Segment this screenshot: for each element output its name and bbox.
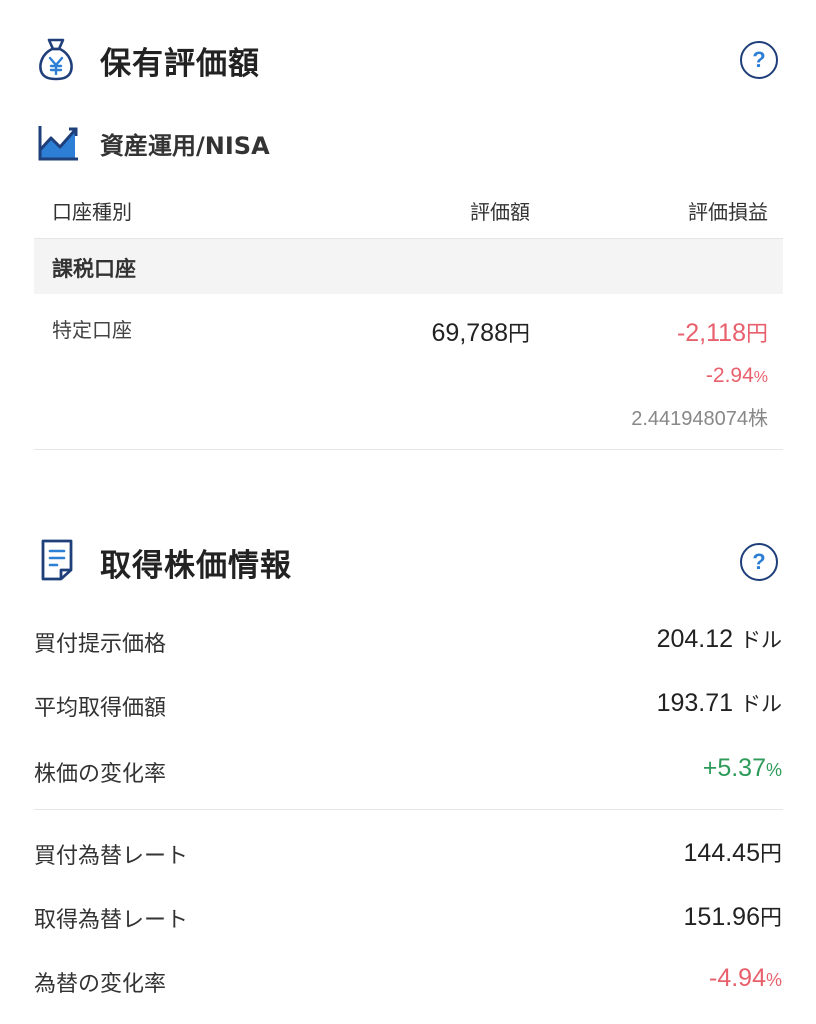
avg-price-number: 193.71: [656, 689, 734, 717]
profit-loss-percent-number: -2.94: [705, 364, 754, 387]
list-item-value: -4.94%: [480, 964, 782, 993]
line-chart-icon: [38, 124, 80, 162]
list-item-value: +5.37%: [480, 754, 782, 783]
profit-loss-percent-unit: %: [753, 369, 768, 386]
list-item-label: 取得為替レート: [34, 908, 189, 933]
question-circle-icon: ?: [752, 47, 766, 72]
acq-rate-unit: 円: [759, 905, 782, 930]
list-item-value: 193.71 ドル: [480, 688, 782, 718]
holding-title: 保有評価額: [100, 46, 260, 82]
holding-help-button[interactable]: ?: [740, 41, 778, 79]
price-change-unit: %: [765, 760, 782, 780]
valuation-amount: 69,788円: [380, 316, 530, 348]
share-quantity-number: 2.441948074: [631, 408, 748, 430]
category-title: 資産運用/NISA: [100, 132, 270, 160]
buy-rate-unit: 円: [759, 841, 782, 866]
fx-change-unit: %: [765, 970, 782, 990]
header-account-type: 口座種別: [52, 200, 132, 224]
list-item-label: 買付為替レート: [34, 844, 189, 869]
buy-rate-number: 144.45: [683, 839, 760, 867]
row-divider: [34, 449, 783, 450]
list-item-value: 204.12 ドル: [480, 624, 782, 654]
share-quantity-unit: 株: [748, 408, 768, 430]
list-item-label: 平均取得価額: [34, 696, 167, 721]
list-item-label: 為替の変化率: [34, 972, 167, 997]
profit-loss-percent: -2.94%: [600, 364, 768, 388]
fx-change-number: -4.94: [709, 964, 766, 992]
document-icon: [40, 538, 74, 582]
share-quantity: 2.441948074株: [520, 402, 768, 431]
header-profit-loss: 評価損益: [688, 200, 768, 224]
holding-section: 保有評価額 ? 資産運用/NISA 口座種別 評価額 評価損益 課税口座 特定口…: [0, 0, 816, 460]
buy-price-unit: ドル: [740, 629, 782, 652]
list-item-label: 株価の変化率: [34, 762, 167, 787]
acquisition-help-button[interactable]: ?: [740, 543, 778, 581]
profit-loss-amount: -2,118円: [600, 316, 768, 348]
group-row: [34, 239, 783, 294]
acq-rate-number: 151.96: [683, 903, 760, 931]
money-bag-yen-icon: [36, 36, 76, 82]
list-divider: [34, 809, 783, 810]
valuation-unit: 円: [507, 321, 530, 346]
list-item-label: 買付提示価格: [34, 632, 167, 657]
profit-loss-number: -2,118: [676, 319, 746, 347]
question-circle-icon: ?: [752, 549, 766, 574]
group-label: 課税口座: [52, 257, 136, 281]
account-name: 特定口座: [52, 318, 132, 342]
price-change-number: +5.37: [702, 754, 766, 782]
acquisition-section: 取得株価情報 ? 買付提示価格 204.12 ドル 平均取得価額 193.71 …: [0, 520, 816, 1024]
list-item-value: 151.96円: [480, 900, 782, 932]
avg-price-unit: ドル: [740, 693, 782, 716]
valuation-number: 69,788: [431, 319, 508, 347]
acquisition-title: 取得株価情報: [100, 548, 292, 584]
header-value: 評価額: [470, 200, 530, 224]
buy-price-number: 204.12: [656, 625, 734, 653]
list-item-value: 144.45円: [480, 836, 782, 868]
profit-loss-unit: 円: [745, 321, 768, 346]
